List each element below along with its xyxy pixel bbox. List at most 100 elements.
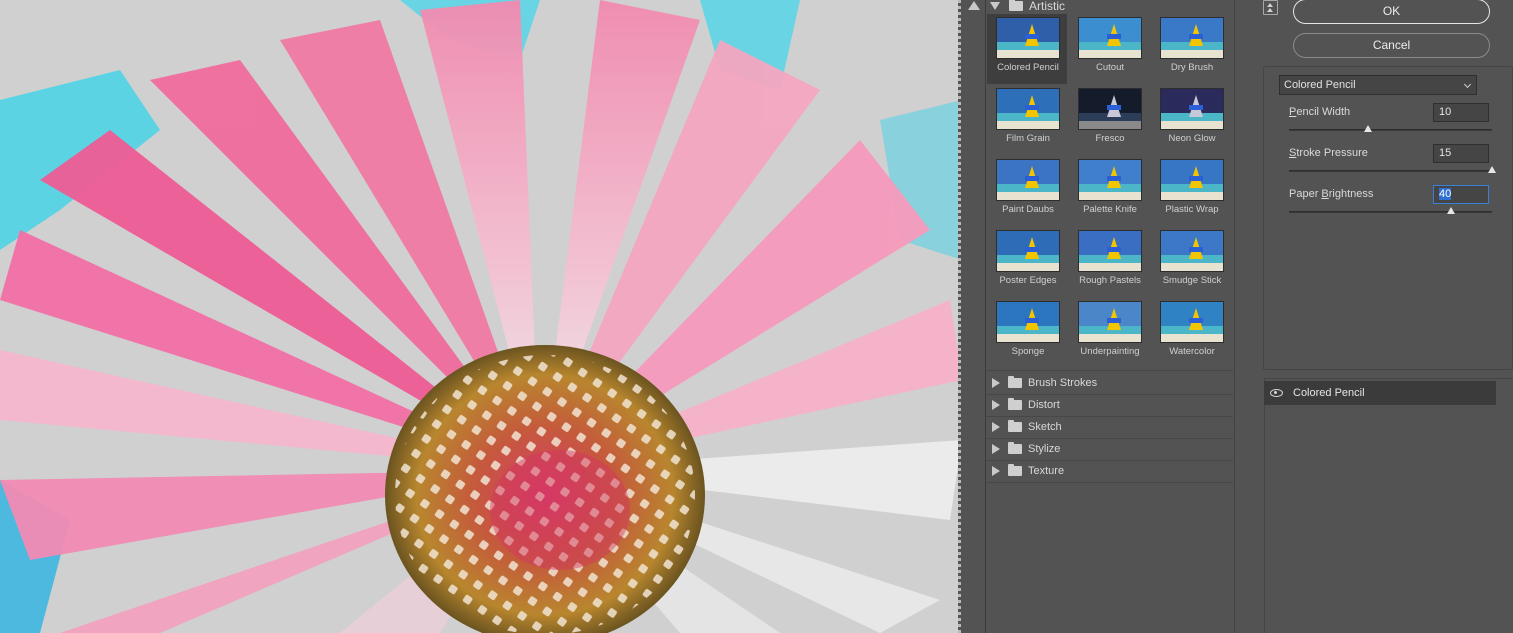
expand-right-icon bbox=[992, 400, 1000, 410]
filter-preview-image bbox=[1078, 230, 1142, 272]
gallery-scrollbar[interactable] bbox=[961, 0, 986, 633]
filter-thumb-label: Sponge bbox=[1011, 346, 1045, 357]
folder-icon bbox=[1008, 464, 1022, 476]
filter-thumb-rough-pastels[interactable]: Rough Pastels bbox=[1069, 227, 1149, 297]
thumb-sail-stripe bbox=[1025, 318, 1039, 323]
category-stylize[interactable]: Stylize bbox=[986, 438, 1234, 460]
filter-thumb-poster-edges[interactable]: Poster Edges bbox=[987, 227, 1067, 297]
param-label: Pencil Width bbox=[1289, 106, 1350, 118]
category-label: Brush Strokes bbox=[1028, 377, 1098, 389]
category-label: Sketch bbox=[1028, 421, 1062, 433]
filter-preview-image bbox=[1160, 230, 1224, 272]
param-value-field[interactable]: 10 bbox=[1433, 103, 1489, 122]
filter-thumb-smudge-stick[interactable]: Smudge Stick bbox=[1151, 227, 1231, 297]
settings-panel: OK Cancel Colored Pencil Pencil Width 10 S… bbox=[1234, 0, 1513, 633]
thumb-sail-stripe bbox=[1189, 176, 1203, 181]
param-value-field[interactable]: 40 bbox=[1433, 185, 1489, 204]
thumb-sand bbox=[997, 121, 1059, 129]
thumb-sand bbox=[997, 192, 1059, 200]
thumb-sail-stripe bbox=[1189, 247, 1203, 252]
expand-right-icon bbox=[992, 466, 1000, 476]
category-divider bbox=[986, 370, 1233, 371]
ok-button[interactable]: OK bbox=[1293, 0, 1490, 24]
filter-preview-image bbox=[1078, 17, 1142, 59]
folder-icon bbox=[1008, 398, 1022, 410]
filter-preview-image bbox=[1078, 301, 1142, 343]
filter-thumb-label: Palette Knife bbox=[1083, 204, 1137, 215]
param-label-text: rightness bbox=[1328, 188, 1374, 200]
filter-thumb-neon-glow[interactable]: Neon Glow bbox=[1151, 85, 1231, 155]
thumb-sail-stripe bbox=[1189, 105, 1203, 110]
filter-thumb-sponge[interactable]: Sponge bbox=[987, 298, 1067, 368]
preview-canvas[interactable] bbox=[0, 0, 962, 633]
filter-preview-image bbox=[1160, 88, 1224, 130]
preview-image bbox=[0, 0, 962, 633]
param-slider[interactable] bbox=[1289, 166, 1496, 173]
thumb-sail-stripe bbox=[1189, 34, 1203, 39]
category-brush-strokes[interactable]: Brush Strokes bbox=[986, 372, 1234, 394]
thumb-sand bbox=[1079, 263, 1141, 271]
category-distort[interactable]: Distort bbox=[986, 394, 1234, 416]
filter-preview-image bbox=[1078, 159, 1142, 201]
effect-layer-row[interactable]: Colored Pencil bbox=[1264, 381, 1496, 405]
slider-thumb[interactable] bbox=[1364, 125, 1373, 132]
thumb-sand bbox=[1161, 50, 1223, 58]
filter-preview-image bbox=[996, 17, 1060, 59]
thumb-sand bbox=[997, 50, 1059, 58]
thumb-sail-stripe bbox=[1025, 247, 1039, 252]
scroll-up-arrow-icon[interactable] bbox=[968, 1, 980, 10]
category-divider bbox=[986, 482, 1233, 483]
thumb-sand bbox=[1079, 50, 1141, 58]
filter-thumb-colored-pencil[interactable]: Colored Pencil bbox=[987, 14, 1067, 84]
param-value-field[interactable]: 15 bbox=[1433, 144, 1489, 163]
filter-thumb-watercolor[interactable]: Watercolor bbox=[1151, 298, 1231, 368]
thumb-sail-stripe bbox=[1025, 34, 1039, 39]
folder-icon bbox=[1008, 442, 1022, 454]
chevron-down-icon bbox=[1463, 80, 1472, 89]
folder-icon bbox=[1009, 0, 1023, 11]
filter-preview-image bbox=[1160, 17, 1224, 59]
param-slider[interactable] bbox=[1289, 207, 1492, 214]
slider-thumb[interactable] bbox=[1488, 166, 1496, 173]
filter-thumb-plastic-wrap[interactable]: Plastic Wrap bbox=[1151, 156, 1231, 226]
filter-thumb-label: Colored Pencil bbox=[997, 62, 1059, 73]
param-value: 10 bbox=[1439, 106, 1452, 118]
cancel-button[interactable]: Cancel bbox=[1293, 33, 1490, 58]
thumb-sand bbox=[1161, 192, 1223, 200]
param-value: 15 bbox=[1439, 147, 1452, 159]
param-label-text: encil Width bbox=[1296, 106, 1351, 118]
thumb-sand bbox=[997, 334, 1059, 342]
thumb-sail-stripe bbox=[1107, 247, 1121, 252]
category-label: Stylize bbox=[1028, 443, 1061, 455]
filter-thumb-cutout[interactable]: Cutout bbox=[1069, 14, 1149, 84]
filter-select[interactable]: Colored Pencil bbox=[1279, 75, 1477, 95]
filter-thumb-label: Paint Daubs bbox=[1002, 204, 1054, 215]
category-texture[interactable]: Texture bbox=[986, 460, 1234, 482]
param-label: Stroke Pressure bbox=[1289, 147, 1368, 159]
filter-thumb-palette-knife[interactable]: Palette Knife bbox=[1069, 156, 1149, 226]
filter-thumb-label: Rough Pastels bbox=[1079, 275, 1141, 286]
slider-thumb[interactable] bbox=[1447, 207, 1456, 214]
filter-thumb-film-grain[interactable]: Film Grain bbox=[987, 85, 1067, 155]
filter-thumb-underpainting[interactable]: Underpainting bbox=[1069, 298, 1149, 368]
thumb-sand bbox=[1161, 121, 1223, 129]
filter-preview-image bbox=[1078, 88, 1142, 130]
category-label: Artistic bbox=[1029, 0, 1065, 13]
collapse-panel-icon[interactable] bbox=[1263, 0, 1278, 15]
thumb-sand bbox=[1079, 192, 1141, 200]
thumb-sail-stripe bbox=[1025, 176, 1039, 181]
thumb-sail-stripe bbox=[1107, 105, 1121, 110]
eye-icon[interactable] bbox=[1270, 389, 1283, 397]
category-sketch[interactable]: Sketch bbox=[986, 416, 1234, 438]
filter-preview-image bbox=[1160, 159, 1224, 201]
filter-thumb-label: Watercolor bbox=[1169, 346, 1215, 357]
filter-thumb-label: Underpainting bbox=[1080, 346, 1140, 357]
param-label-text: troke Pressure bbox=[1296, 147, 1368, 159]
filter-preview-image bbox=[1160, 301, 1224, 343]
filter-thumb-dry-brush[interactable]: Dry Brush bbox=[1151, 14, 1231, 84]
category-label: Distort bbox=[1028, 399, 1060, 411]
filter-thumb-label: Film Grain bbox=[1006, 133, 1050, 144]
param-slider[interactable] bbox=[1289, 125, 1492, 132]
filter-thumb-fresco[interactable]: Fresco bbox=[1069, 85, 1149, 155]
filter-thumb-paint-daubs[interactable]: Paint Daubs bbox=[987, 156, 1067, 226]
